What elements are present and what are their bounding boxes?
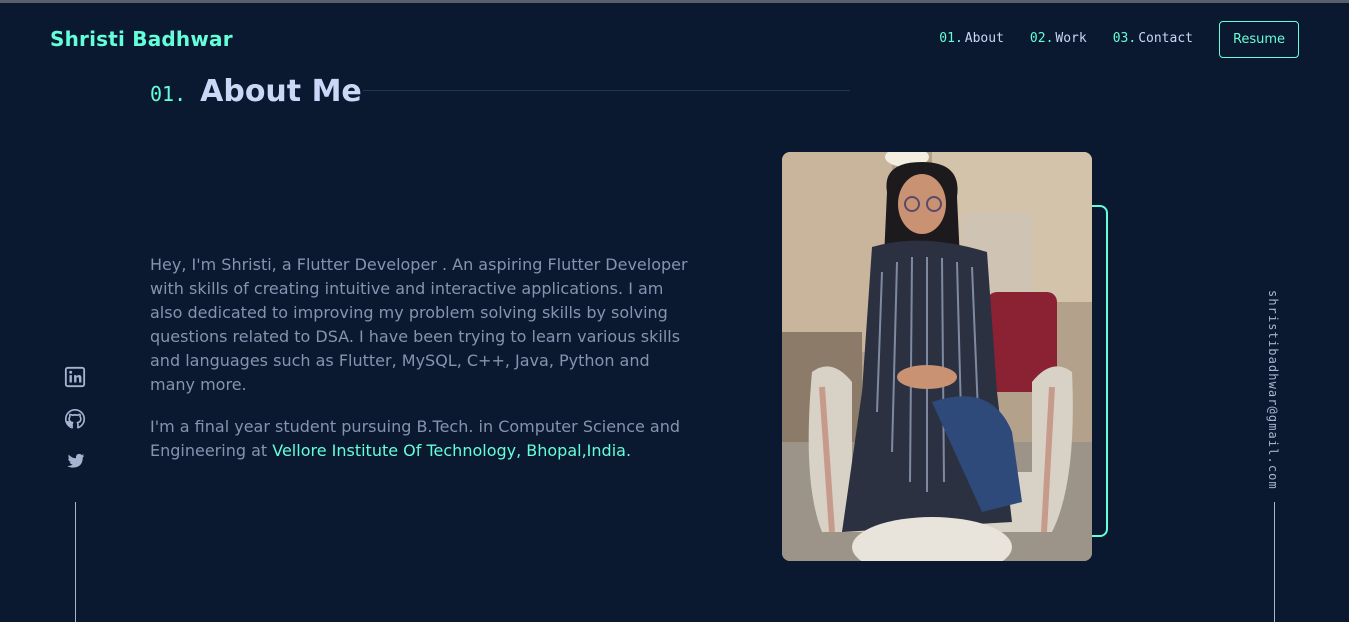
nav-number: 01.: [939, 31, 963, 46]
twitter-icon: [67, 453, 85, 468]
social-links: [63, 366, 87, 472]
university-link[interactable]: Vellore Institute Of Technology, Bhopal,…: [272, 441, 631, 460]
about-heading: 01. About Me: [150, 74, 362, 109]
nav-label: About: [964, 31, 1004, 46]
profile-photo-illustration: [782, 152, 1092, 561]
section-number: 01.: [150, 82, 187, 106]
right-vertical-line: [1274, 502, 1275, 622]
about-paragraph-1: Hey, I'm Shristi, a Flutter Developer . …: [150, 255, 688, 394]
github-icon: [64, 409, 86, 429]
browser-top-strip: [0, 0, 1349, 3]
email-link[interactable]: shristibadhwar@gmail.com: [1266, 290, 1280, 490]
about-text: Hey, I'm Shristi, a Flutter Developer . …: [150, 253, 690, 481]
nav-item-contact[interactable]: 03. Contact: [1113, 31, 1193, 46]
twitter-link[interactable]: [64, 450, 86, 472]
resume-button[interactable]: Resume: [1219, 21, 1299, 58]
github-link[interactable]: [64, 408, 86, 430]
nav-number: 02.: [1029, 31, 1054, 46]
section-title: About Me: [200, 74, 362, 109]
main-nav: 01. About 02. Work 03. Contact: [939, 31, 1193, 46]
profile-photo: [782, 152, 1092, 561]
nav-item-work[interactable]: 02. Work: [1030, 31, 1087, 46]
nav-label: Contact: [1138, 31, 1193, 46]
nav-item-about[interactable]: 01. About: [939, 31, 1004, 46]
about-paragraph-2: I'm a final year student pursuing B.Tech…: [150, 415, 690, 463]
linkedin-icon: [64, 366, 86, 388]
nav-label: Work: [1055, 31, 1087, 46]
left-vertical-line: [75, 502, 76, 622]
nav-number: 03.: [1112, 31, 1137, 46]
site-logo[interactable]: Shristi Badhwar: [50, 27, 233, 51]
heading-divider: [363, 90, 850, 91]
linkedin-link[interactable]: [64, 366, 86, 388]
